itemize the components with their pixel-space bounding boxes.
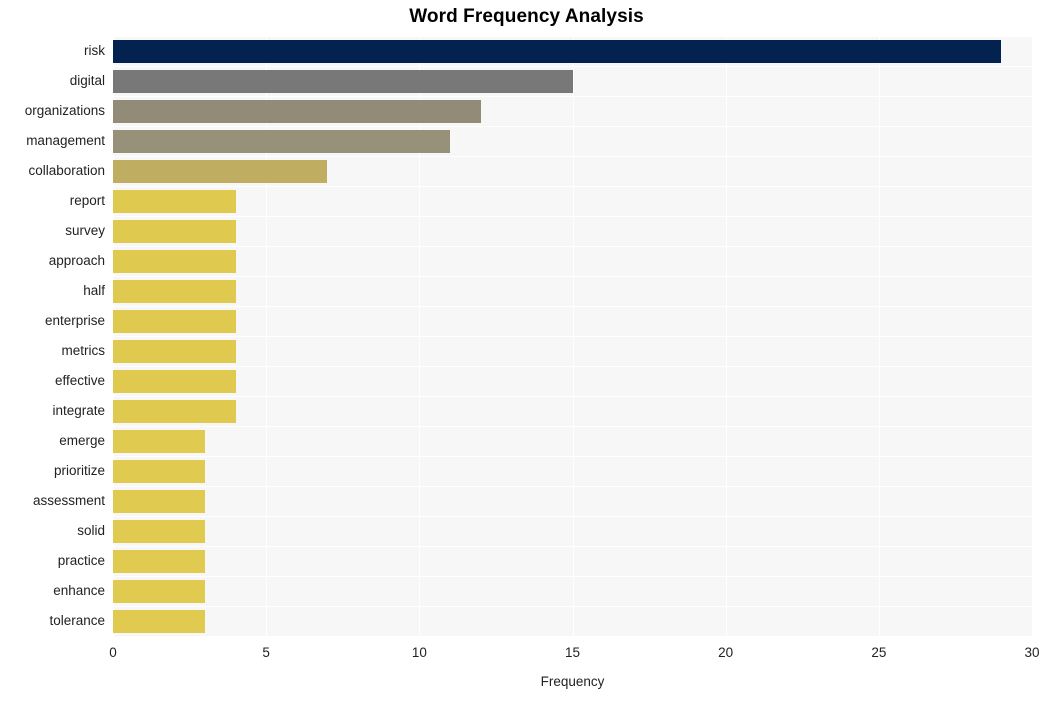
- bar: [113, 519, 205, 543]
- y-axis-label: enhance: [53, 583, 105, 598]
- x-axis-tick-label: 20: [718, 645, 734, 660]
- x-axis-tick-label: 15: [564, 645, 581, 660]
- bar: [113, 279, 236, 303]
- bar: [113, 249, 236, 273]
- bar: [113, 69, 573, 93]
- y-axis-label: digital: [69, 73, 105, 88]
- bar: [113, 39, 1002, 63]
- bar: [113, 609, 205, 633]
- bar: [113, 489, 205, 513]
- bar: [113, 309, 236, 333]
- bar: [113, 129, 450, 153]
- bar: [113, 189, 236, 213]
- y-axis-label: solid: [77, 523, 105, 538]
- gridline-horizontal: [113, 636, 1032, 637]
- y-axis-label: assessment: [32, 493, 105, 508]
- x-axis-tick-label: 30: [1024, 645, 1040, 660]
- bar: [113, 159, 328, 183]
- bar: [113, 369, 236, 393]
- bar: [113, 339, 236, 363]
- y-axis-label: metrics: [61, 343, 106, 358]
- bar: [113, 399, 236, 423]
- bars-layer: [113, 36, 1032, 636]
- y-axis-label: approach: [48, 253, 105, 268]
- bar: [113, 459, 205, 483]
- y-axis-label: risk: [84, 43, 105, 58]
- y-axis-label: integrate: [52, 403, 105, 418]
- bar: [113, 99, 481, 123]
- y-axis-label: organizations: [24, 103, 105, 118]
- bar: [113, 219, 236, 243]
- bar: [113, 549, 205, 573]
- x-axis-title: Frequency: [540, 674, 605, 689]
- x-axis-tick-label: 5: [262, 645, 270, 660]
- word-frequency-chart-figure: Word Frequency Analysis risk digital organ…: [0, 0, 1053, 701]
- plot-area: [113, 36, 1033, 637]
- y-axis-label: report: [69, 193, 105, 208]
- gridline-vertical: [1032, 36, 1033, 636]
- y-axis-label: enterprise: [44, 313, 105, 328]
- chart-title: Word Frequency Analysis: [409, 6, 644, 27]
- x-axis-tick-label: 25: [871, 645, 887, 660]
- bar: [113, 429, 205, 453]
- y-axis-label: collaboration: [28, 163, 105, 178]
- y-axis-label: emerge: [59, 433, 105, 448]
- bar: [113, 579, 205, 603]
- y-axis-label: effective: [54, 373, 105, 388]
- y-axis-label: half: [83, 283, 105, 298]
- y-axis-label: prioritize: [53, 463, 105, 478]
- x-axis-tick-labels: 0 5 10 15 20 25 30: [109, 645, 1039, 667]
- x-axis-tick-label: 0: [109, 645, 117, 660]
- y-axis-label: practice: [57, 553, 105, 568]
- y-axis-category-labels: risk digital organizations management collab…: [0, 36, 105, 636]
- y-axis-label: tolerance: [49, 613, 105, 628]
- y-axis-label: management: [26, 133, 105, 148]
- x-axis-tick-label: 10: [411, 645, 427, 660]
- y-axis-label: survey: [65, 223, 105, 238]
